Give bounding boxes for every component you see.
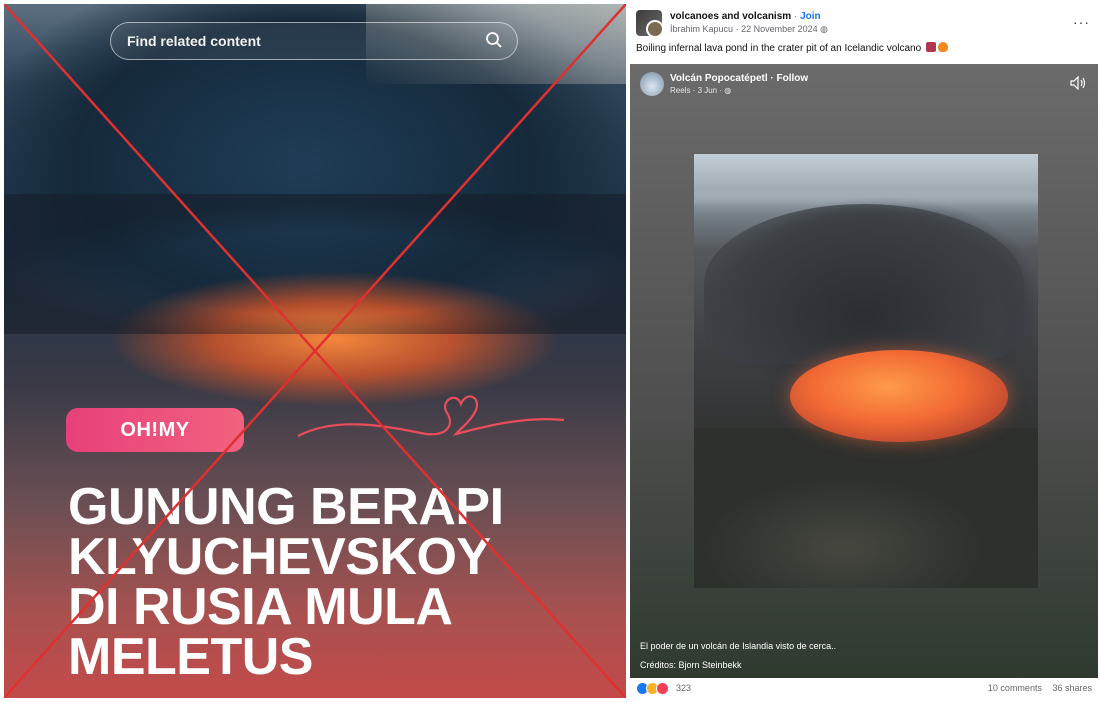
post-footer: 323 10 comments 36 shares — [636, 682, 1096, 696]
more-options-icon[interactable]: ··· — [1073, 14, 1090, 30]
reel-meta: Reels · 3 Jun · ◍ — [670, 86, 731, 95]
shared-reel[interactable]: Volcán Popocatépetl · Follow Reels · 3 J… — [630, 64, 1098, 678]
volcano-emoji-icon — [925, 42, 936, 52]
facebook-post: volcanoes and volcanism · Join İbrahim K… — [630, 0, 1100, 702]
volume-icon[interactable] — [1070, 75, 1086, 95]
reaction-icons[interactable] — [636, 682, 669, 695]
headline-line: GUNUNG BERAPI — [68, 478, 504, 536]
group-name-link[interactable]: volcanoes and volcanism — [670, 11, 791, 22]
crater-rim — [4, 194, 626, 334]
group-line: volcanoes and volcanism · Join — [670, 11, 821, 22]
separator-dot: · — [793, 11, 798, 22]
globe-icon: ◍ — [724, 86, 732, 95]
engagement-stats: 10 comments 36 shares — [980, 683, 1092, 693]
join-button[interactable]: Join — [800, 11, 821, 22]
search-icon[interactable] — [485, 31, 503, 54]
reel-meta-text: Reels · 3 Jun · — [670, 86, 723, 95]
fake-news-screenshot: OH!MY GUNUNG BERAPI KLYUCHEVSKOY DI RUSI… — [4, 4, 626, 698]
search-input[interactable] — [111, 32, 469, 50]
headline-line: MELETUS — [68, 628, 313, 686]
heart-scribble — [297, 395, 565, 437]
caption-text: Boiling infernal lava pond in the crater… — [636, 43, 922, 54]
headline: GUNUNG BERAPI KLYUCHEVSKOY DI RUSIA MULA… — [68, 478, 608, 686]
video-lava-pond — [790, 350, 1008, 442]
reel-page-line: Volcán Popocatépetl · Follow — [670, 73, 808, 84]
post-header: volcanoes and volcanism · Join İbrahim K… — [636, 10, 1094, 38]
author-link[interactable]: İbrahim Kapucu — [670, 24, 733, 34]
search-bar[interactable] — [110, 22, 518, 60]
headline-line: DI RUSIA MULA — [68, 578, 453, 636]
post-meta: İbrahim Kapucu · 22 November 2024 ◍ — [670, 24, 828, 35]
headline-line: KLYUCHEVSKOY — [68, 528, 491, 586]
reel-video[interactable] — [694, 154, 1038, 588]
love-reaction-icon — [656, 682, 669, 695]
reaction-count[interactable]: 323 — [676, 683, 691, 693]
page-avatar[interactable] — [640, 72, 664, 96]
video-crater-wall — [704, 204, 1024, 364]
post-date[interactable]: 22 November 2024 — [741, 24, 818, 34]
page-name-link[interactable]: Volcán Popocatépetl — [670, 73, 768, 84]
globe-icon: ◍ — [820, 24, 828, 34]
follow-button[interactable]: Follow — [777, 73, 809, 84]
comments-link[interactable]: 10 comments — [988, 683, 1042, 693]
reel-credits: Créditos: Bjorn Steinbekk — [640, 660, 742, 670]
post-caption: Boiling infernal lava pond in the crater… — [636, 42, 948, 54]
video-rocks — [694, 428, 1038, 588]
fire-emoji-icon — [937, 42, 948, 52]
reel-caption: El poder de un volcán de Islandia visto … — [640, 641, 837, 651]
author-avatar[interactable] — [646, 20, 662, 36]
shares-link[interactable]: 36 shares — [1052, 683, 1092, 693]
channel-badge: OH!MY — [66, 408, 244, 452]
group-avatar[interactable] — [636, 10, 662, 36]
